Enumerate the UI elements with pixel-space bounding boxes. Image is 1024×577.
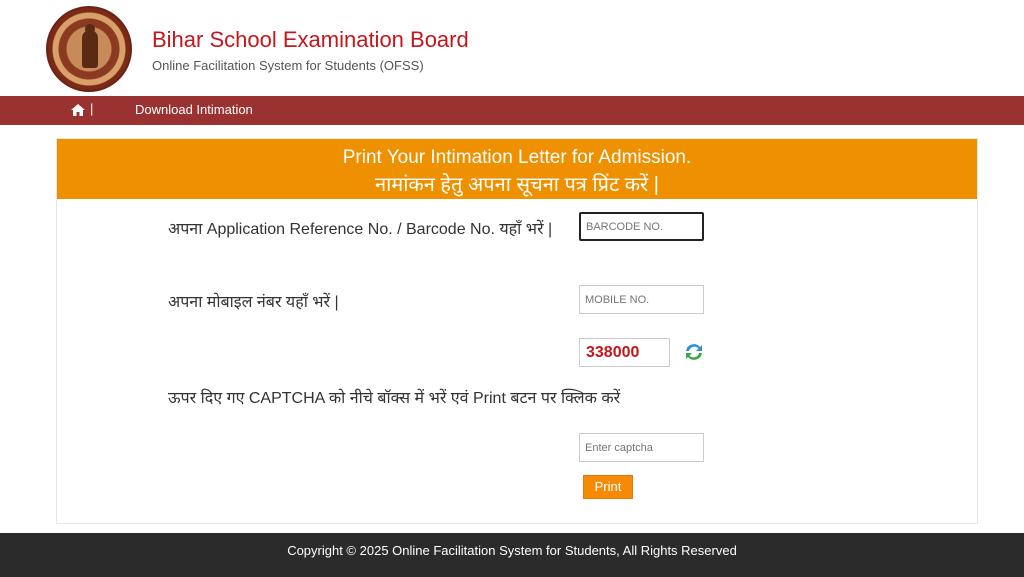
barcode-label: अपना Application Reference No. / Barcode… bbox=[168, 221, 553, 238]
heading-english: Print Your Intimation Letter for Admissi… bbox=[342, 147, 692, 168]
refresh-icon[interactable] bbox=[683, 341, 705, 363]
panel-heading: Print Your Intimation Letter for Admissi… bbox=[57, 139, 977, 199]
barcode-input[interactable] bbox=[579, 212, 704, 241]
mobile-label: अपना मोबाइल नंबर यहाँ भरें | bbox=[168, 294, 339, 311]
nav-separator: | bbox=[90, 101, 94, 116]
site-header: Bihar School Examination Board Online Fa… bbox=[0, 0, 1024, 96]
captcha-instruction: ऊपर दिए गए CAPTCHA को नीचे बॉक्स में भरे… bbox=[168, 390, 621, 407]
footer-copyright: Copyright © 2025 Online Facilitation Sys… bbox=[0, 533, 1024, 577]
captcha-input[interactable] bbox=[579, 433, 704, 462]
heading-hindi: नामांकन हेतु अपना सूचना पत्र प्रिंट करें… bbox=[375, 174, 659, 196]
print-button[interactable]: Print bbox=[583, 475, 633, 499]
intimation-panel: Print Your Intimation Letter for Admissi… bbox=[56, 138, 978, 524]
site-title: Bihar School Examination Board bbox=[152, 27, 469, 52]
site-subtitle: Online Facilitation System for Students … bbox=[152, 58, 424, 73]
nav-download-intimation[interactable]: Download Intimation bbox=[135, 102, 253, 117]
mobile-input[interactable] bbox=[579, 285, 704, 314]
logo-figure-body bbox=[82, 30, 98, 68]
captcha-image: 338000 bbox=[579, 338, 670, 367]
navbar: | Download Intimation bbox=[0, 96, 1024, 125]
home-icon[interactable] bbox=[71, 104, 85, 116]
bseb-logo bbox=[46, 6, 132, 92]
